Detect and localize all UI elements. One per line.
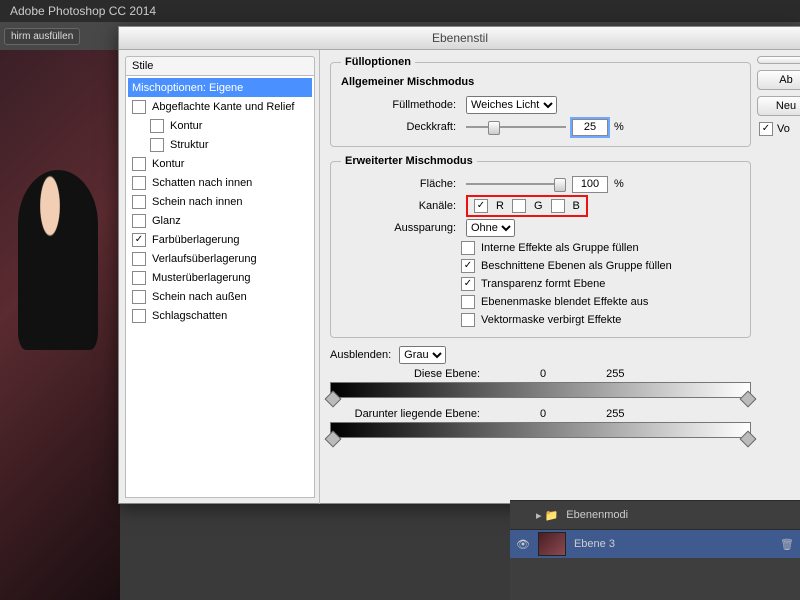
style-row[interactable]: Farbüberlagerung: [128, 230, 312, 249]
fill-screen-button[interactable]: hirm ausfüllen: [4, 28, 80, 45]
underlying-layer-gradient[interactable]: [330, 422, 751, 438]
style-row[interactable]: Schein nach außen: [128, 287, 312, 306]
style-checkbox[interactable]: [132, 290, 146, 304]
styles-list: Mischoptionen: Eigene Abgeflachte Kante u…: [125, 76, 315, 498]
channels-highlight: R G B: [466, 195, 588, 217]
fill-opacity-slider[interactable]: [466, 178, 566, 190]
style-label: Kontur: [152, 158, 184, 170]
style-row[interactable]: Mischoptionen: Eigene: [128, 78, 312, 97]
style-checkbox[interactable]: [132, 157, 146, 171]
fill-opacity-label: Fläche:: [341, 178, 460, 190]
style-label: Musterüberlagerung: [152, 272, 250, 284]
style-row[interactable]: Glanz: [128, 211, 312, 230]
underlying-layer-label: Darunter liegende Ebene:: [330, 408, 480, 420]
style-checkbox[interactable]: [132, 271, 146, 285]
style-label: Schein nach innen: [152, 196, 243, 208]
channel-r-checkbox[interactable]: [474, 199, 488, 213]
style-checkbox[interactable]: [132, 100, 146, 114]
layer-row[interactable]: 👁 Ebene 3 🗑: [510, 529, 800, 558]
styles-header: Stile: [125, 56, 315, 76]
layer-thumbnail: [538, 532, 566, 556]
layer-folder-row[interactable]: ▸ 📁 Ebenenmodi: [510, 500, 800, 529]
style-row[interactable]: Schein nach innen: [128, 192, 312, 211]
dialog-buttons: Ab Neu Vo: [757, 50, 800, 504]
blend-mode-select[interactable]: Weiches Licht: [466, 96, 557, 114]
opt-transparency-shapes-checkbox[interactable]: [461, 277, 475, 291]
style-checkbox[interactable]: [132, 233, 146, 247]
style-row[interactable]: Abgeflachte Kante und Relief: [128, 97, 312, 116]
fill-opacity-value[interactable]: 100: [572, 176, 608, 193]
channel-b-checkbox[interactable]: [551, 199, 565, 213]
style-label: Farbüberlagerung: [152, 234, 239, 246]
this-layer-gradient[interactable]: [330, 382, 751, 398]
opacity-value[interactable]: 25: [572, 119, 608, 136]
visibility-toggle[interactable]: 👁: [516, 538, 530, 551]
preview-checkbox[interactable]: Vo: [757, 122, 800, 136]
options-column: Fülloptionen Allgemeiner Mischmodus Füll…: [320, 50, 757, 504]
style-label: Glanz: [152, 215, 181, 227]
app-title: Adobe Photoshop CC 2014: [10, 4, 156, 18]
opacity-label: Deckkraft:: [341, 121, 460, 133]
style-label: Verlaufsüberlagerung: [152, 253, 257, 265]
style-label: Schatten nach innen: [152, 177, 252, 189]
folder-name: Ebenenmodi: [566, 509, 628, 521]
style-label: Mischoptionen: Eigene: [132, 82, 243, 94]
layer-style-dialog: Ebenenstil Stile Mischoptionen: Eigene Ab…: [118, 26, 800, 504]
opacity-slider[interactable]: [466, 121, 566, 133]
style-checkbox[interactable]: [150, 119, 164, 133]
dialog-title: Ebenenstil: [119, 27, 800, 50]
this-layer-label: Diese Ebene:: [330, 368, 480, 380]
style-checkbox[interactable]: [132, 309, 146, 323]
style-row[interactable]: Schatten nach innen: [128, 173, 312, 192]
style-row[interactable]: Kontur: [128, 116, 312, 135]
style-checkbox[interactable]: [132, 176, 146, 190]
style-row[interactable]: Verlaufsüberlagerung: [128, 249, 312, 268]
layers-panel: ▸ 📁 Ebenenmodi 👁 Ebene 3 🗑: [510, 500, 800, 600]
blend-mode-label: Füllmethode:: [341, 99, 460, 111]
cancel-button[interactable]: Ab: [757, 70, 800, 90]
fill-options-title: Fülloptionen: [341, 56, 415, 68]
channel-g-checkbox[interactable]: [512, 199, 526, 213]
styles-column: Stile Mischoptionen: Eigene Abgeflachte K…: [119, 50, 320, 504]
style-row[interactable]: Kontur: [128, 154, 312, 173]
new-style-button[interactable]: Neu: [757, 96, 800, 116]
general-blend-title: Allgemeiner Mischmodus: [341, 76, 740, 88]
knockout-select[interactable]: Ohne: [466, 219, 515, 237]
ok-button[interactable]: [757, 56, 800, 64]
style-label: Struktur: [170, 139, 209, 151]
fill-opacity-unit: %: [614, 178, 624, 190]
opt-clipped-layers-checkbox[interactable]: [461, 259, 475, 273]
style-checkbox[interactable]: [132, 214, 146, 228]
advanced-blend-title: Erweiterter Mischmodus: [341, 155, 477, 167]
style-row[interactable]: Musterüberlagerung: [128, 268, 312, 287]
blend-if-label: Ausblenden:: [330, 349, 391, 361]
style-row[interactable]: Schlagschatten: [128, 306, 312, 325]
style-checkbox[interactable]: [132, 195, 146, 209]
style-label: Kontur: [170, 120, 202, 132]
opt-internal-effects-checkbox[interactable]: [461, 241, 475, 255]
app-title-bar: Adobe Photoshop CC 2014: [0, 0, 800, 22]
style-checkbox[interactable]: [132, 252, 146, 266]
fill-options-group: Fülloptionen Allgemeiner Mischmodus Füll…: [330, 56, 751, 147]
trash-icon[interactable]: 🗑: [780, 538, 794, 551]
blend-if-select[interactable]: Grau: [399, 346, 446, 364]
style-label: Schein nach außen: [152, 291, 247, 303]
style-checkbox[interactable]: [150, 138, 164, 152]
layer-name: Ebene 3: [574, 538, 615, 550]
opt-vector-mask-hides-checkbox[interactable]: [461, 313, 475, 327]
style-label: Schlagschatten: [152, 310, 227, 322]
style-row[interactable]: Struktur: [128, 135, 312, 154]
folder-icon: ▸ 📁: [536, 509, 558, 522]
knockout-label: Aussparung:: [341, 222, 460, 234]
style-label: Abgeflachte Kante und Relief: [152, 101, 295, 113]
artwork-preview: [18, 170, 98, 350]
opt-layer-mask-hides-checkbox[interactable]: [461, 295, 475, 309]
advanced-blend-group: Erweiterter Mischmodus Fläche: 100 % Kan…: [330, 155, 751, 338]
channels-label: Kanäle:: [341, 200, 460, 212]
document-canvas[interactable]: [0, 50, 120, 600]
opacity-unit: %: [614, 121, 624, 133]
